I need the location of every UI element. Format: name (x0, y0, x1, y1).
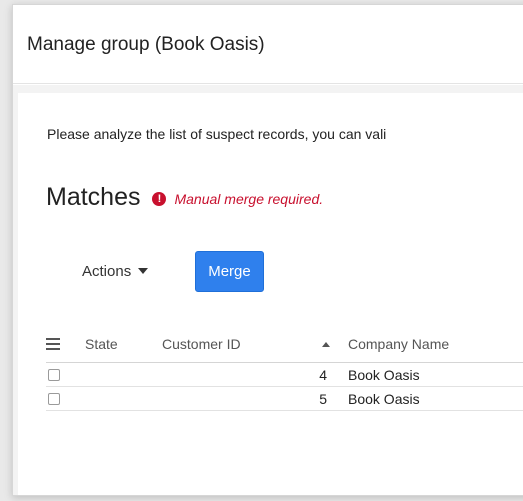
section-title: Matches (46, 183, 141, 211)
exclamation-circle-icon: ! (152, 192, 167, 206)
actions-label: Actions (82, 262, 132, 280)
matches-table: State Customer ID Company Name 4 Book Oa… (46, 326, 523, 411)
table-row[interactable]: 5 Book Oasis (46, 387, 523, 411)
manual-merge-alert: Manual merge required. (174, 191, 324, 207)
customer-id-cell: 5 (319, 390, 327, 407)
customer-id-cell: 4 (319, 366, 327, 383)
matches-heading: Matches ! Manual merge required. (46, 183, 323, 212)
sort-cell[interactable] (322, 326, 332, 362)
company-name-column-header[interactable]: Company Name (348, 326, 449, 362)
row-checkbox[interactable] (48, 368, 60, 381)
actions-dropdown-button[interactable]: Actions (82, 262, 149, 280)
screen: Manage group (Book Oasis) Please analyze… (0, 0, 523, 501)
customer-id-column-header[interactable]: Customer ID (162, 326, 241, 362)
dialog-title: Manage group (Book Oasis) (27, 34, 265, 55)
row-select-cell[interactable] (48, 387, 60, 410)
state-column-header[interactable]: State (85, 326, 118, 362)
sort-ascending-icon[interactable] (322, 341, 330, 347)
company-name-cell: Book Oasis (348, 366, 420, 383)
manage-group-dialog: Manage group (Book Oasis) Please analyze… (12, 4, 523, 496)
table-header-row: State Customer ID Company Name (46, 326, 523, 363)
dialog-body: Please analyze the list of suspect recor… (13, 85, 523, 495)
column-menu-cell[interactable] (46, 326, 70, 362)
row-select-cell[interactable] (48, 363, 60, 386)
row-checkbox[interactable] (48, 392, 60, 405)
caret-down-icon (138, 268, 149, 274)
table-row[interactable]: 4 Book Oasis (46, 363, 523, 387)
body-panel: Please analyze the list of suspect recor… (18, 93, 523, 495)
company-name-cell: Book Oasis (348, 390, 420, 407)
matches-toolbar: Actions Merge (82, 250, 264, 292)
dialog-header: Manage group (Book Oasis) (13, 5, 523, 84)
instructions-text: Please analyze the list of suspect recor… (47, 126, 387, 142)
hamburger-menu-icon[interactable] (46, 337, 60, 351)
merge-button[interactable]: Merge (195, 250, 264, 292)
